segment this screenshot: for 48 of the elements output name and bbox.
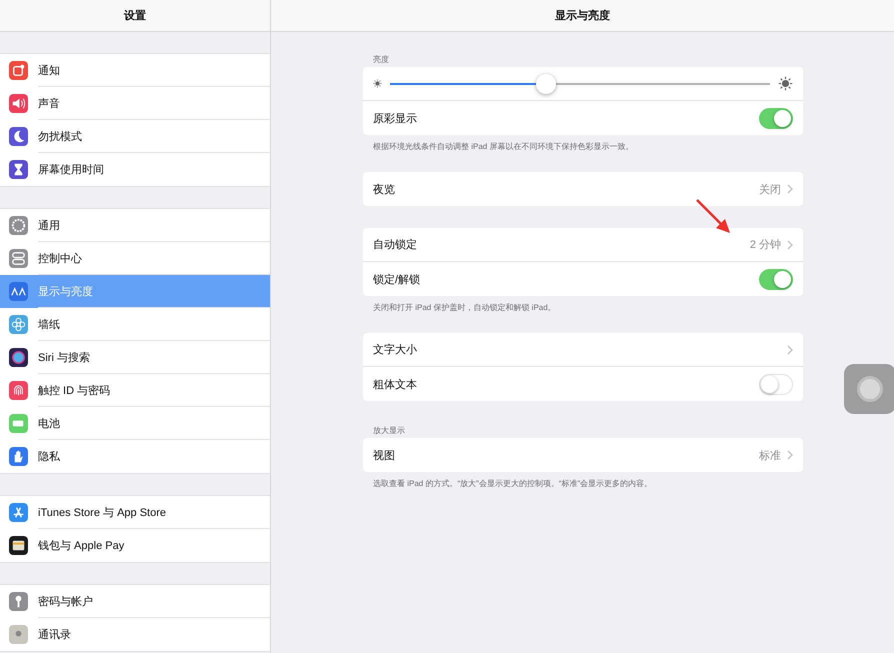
detail-title: 显示与亮度 xyxy=(555,8,610,23)
slider-thumb[interactable] xyxy=(536,74,556,94)
chevron-icon xyxy=(787,344,793,354)
sidebar-item-label: 通用 xyxy=(38,218,60,232)
setting-label: 粗体文本 xyxy=(373,378,418,392)
section-footnote: 选取查看 iPad 的方式。“放大”会显示更大的控制项。“标准”会显示更多的内容。 xyxy=(372,478,654,490)
sidebar-item-label: 钱包与 Apple Pay xyxy=(38,539,124,553)
sun-icon xyxy=(373,79,382,88)
setting-label: 夜览 xyxy=(373,182,396,196)
setting-value: 关闭 xyxy=(759,182,781,196)
sidebar-item-label: 电池 xyxy=(38,416,60,430)
toggle-switch[interactable] xyxy=(759,374,793,394)
sidebar-title: 设置 xyxy=(124,8,146,23)
setting-value: 标准 xyxy=(759,448,781,462)
section-header: 放大显示 xyxy=(372,425,406,437)
setting-label: 原彩显示 xyxy=(373,112,418,126)
section-header: 亮度 xyxy=(372,54,390,66)
setting-label: 文字大小 xyxy=(373,342,418,357)
section-footnote: 关闭和打开 iPad 保护盖时，自动锁定和解锁 iPad。 xyxy=(372,302,557,314)
sidebar-item-label: Siri 与搜索 xyxy=(38,350,90,364)
sidebar-item-label: 屏幕使用时间 xyxy=(38,163,104,177)
setting-label: 视图 xyxy=(373,448,396,462)
sidebar-item-label: 密码与帐户 xyxy=(38,594,93,608)
sidebar-item-label: 通讯录 xyxy=(38,628,71,642)
chevron-icon xyxy=(787,450,793,460)
assistive-touch-button[interactable] xyxy=(844,364,894,414)
sidebar-item-label: 墙纸 xyxy=(38,318,60,332)
toggle-switch[interactable] xyxy=(759,108,793,128)
setting-label: 锁定/解锁 xyxy=(373,272,422,286)
setting-row[interactable]: 夜览 关闭 xyxy=(363,172,803,206)
setting-label: 自动锁定 xyxy=(373,238,418,252)
sun-icon xyxy=(778,76,793,91)
sidebar-item-label: 声音 xyxy=(38,96,60,110)
setting-row[interactable]: 自动锁定 2 分钟 xyxy=(363,228,803,262)
chevron-icon xyxy=(787,184,793,194)
setting-value: 2 分钟 xyxy=(750,238,781,252)
sidebar-item-label: 显示与亮度 xyxy=(38,284,93,298)
sidebar-item-label: 通知 xyxy=(38,64,60,78)
setting-row[interactable]: 文字大小 xyxy=(363,333,803,367)
section-footnote: 根据环境光线条件自动调整 iPad 屏幕以在不同环境下保持色彩显示一致。 xyxy=(372,141,634,153)
sidebar-item-label: 隐私 xyxy=(38,450,60,464)
sidebar-item-label: 控制中心 xyxy=(38,252,82,266)
chevron-icon xyxy=(787,240,793,250)
setting-row[interactable]: 视图 标准 xyxy=(363,438,803,472)
toggle-switch[interactable] xyxy=(759,268,793,290)
sidebar-item-label: iTunes Store 与 App Store xyxy=(38,506,166,520)
sidebar-item-label: 勿扰模式 xyxy=(38,130,82,144)
sidebar-item-label: 触控 ID 与密码 xyxy=(38,384,110,398)
